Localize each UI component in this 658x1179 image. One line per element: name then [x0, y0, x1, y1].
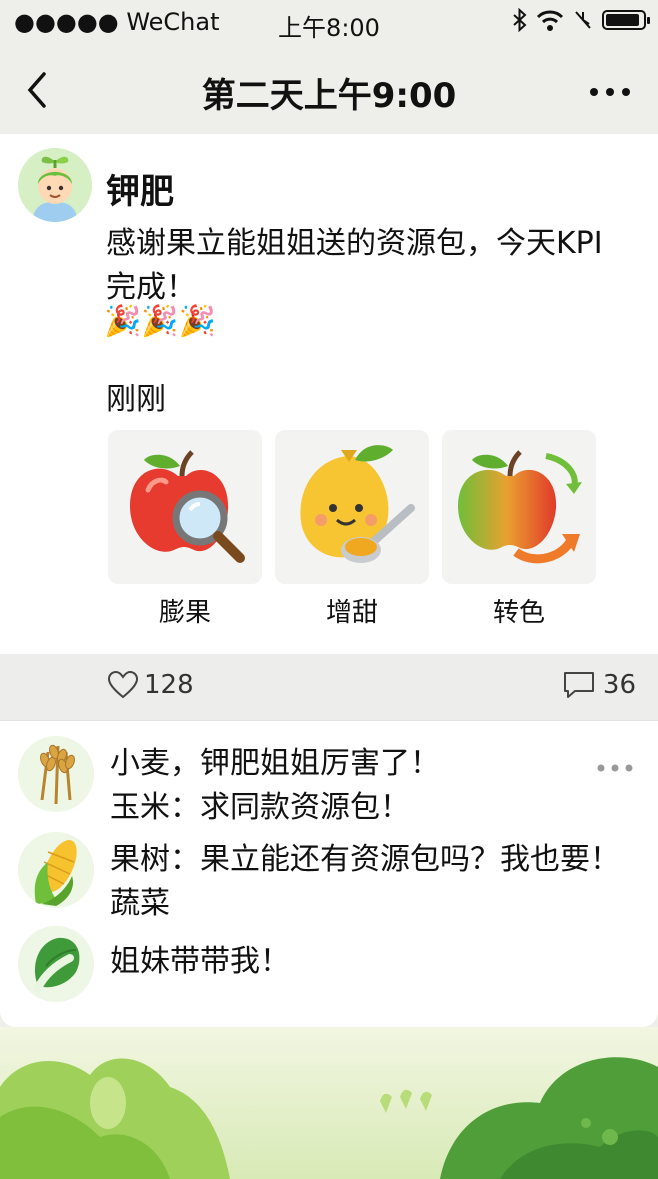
like-button[interactable]: 128 — [108, 670, 194, 700]
wheat-icon — [18, 736, 94, 812]
comment-count: 36 — [602, 670, 636, 700]
wifi-icon — [536, 10, 564, 31]
post-content: 感谢果立能姐姐送的资源包，今天KPI完成！ — [106, 226, 603, 305]
alarm-off-icon — [575, 11, 591, 29]
comment-text: 小麦，钾肥姐姐厉害了！ — [110, 746, 440, 781]
sprout-boy-icon — [18, 148, 92, 222]
lemon-spoon-icon — [300, 445, 415, 563]
bushes-illustration — [0, 1057, 658, 1179]
bluetooth-icon — [513, 8, 527, 32]
status-bar: ●●●●● WeChat 上午8:00 — [0, 0, 658, 48]
more-button[interactable] — [588, 62, 632, 111]
party-popper-icons: 🎉🎉🎉 — [104, 304, 217, 339]
comment-text: 姐妹带带我！ — [110, 944, 290, 979]
apple-color-change-icon — [458, 450, 582, 564]
apple-magnifier-icon — [130, 450, 245, 563]
comment-text: 蔬菜 — [110, 886, 170, 921]
page-title: 第二天上午9:00 — [201, 76, 457, 116]
pack-card-zhuanse[interactable] — [442, 430, 596, 584]
commenter-avatar-cabbage[interactable] — [18, 926, 94, 1002]
comment-more-button[interactable] — [596, 748, 634, 781]
more-dots-icon — [597, 764, 633, 772]
comment-text: 果树：果立能还有资源包吗？我也要！ — [110, 842, 620, 877]
pack-card-zengtian[interactable] — [275, 430, 429, 584]
comment-button[interactable]: 36 — [563, 670, 636, 700]
decorative-landscape — [0, 1027, 658, 1179]
battery-icon — [602, 10, 650, 30]
action-bar: 128 36 — [0, 654, 658, 721]
avatar[interactable] — [18, 148, 92, 222]
comment-icon — [563, 672, 594, 698]
post-time: 刚刚 — [106, 382, 166, 417]
like-count: 128 — [144, 670, 194, 700]
commenter-avatar-wheat[interactable] — [18, 736, 94, 812]
comment-text: 玉米：求同款资源包！ — [110, 790, 410, 825]
cabbage-icon — [18, 926, 94, 1002]
corn-icon — [18, 832, 94, 908]
pack-label-pengguo: 膨果 — [158, 598, 211, 628]
post-username[interactable]: 钾肥 — [106, 164, 174, 213]
pack-label-zengtian: 增甜 — [325, 598, 378, 628]
pack-label-zhuanse: 转色 — [492, 598, 545, 628]
pack-card-pengguo[interactable] — [108, 430, 262, 584]
commenter-avatar-corn[interactable] — [18, 832, 94, 908]
heart-icon — [108, 671, 138, 699]
status-icons — [512, 8, 650, 32]
more-dots-icon — [590, 88, 630, 96]
nav-bar: 第二天上午9:00 — [0, 48, 658, 134]
